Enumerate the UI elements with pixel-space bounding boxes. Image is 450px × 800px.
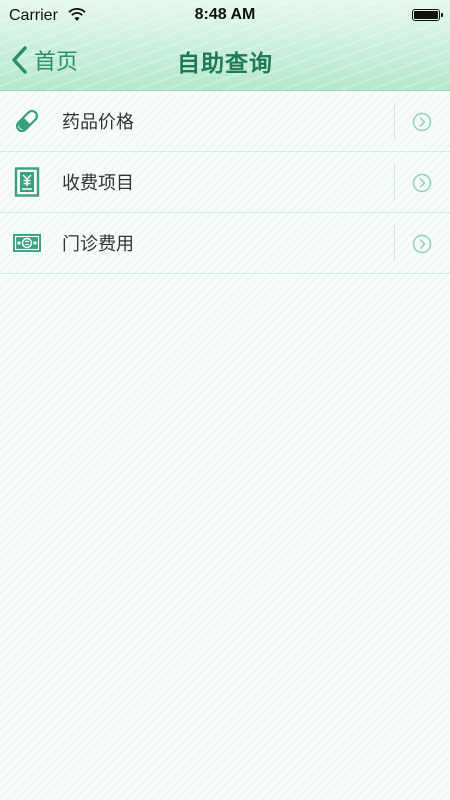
menu-divider <box>394 225 395 261</box>
status-time: 8:48 AM <box>194 6 256 23</box>
nav-bar: 首页 自助查询 <box>0 32 450 90</box>
status-bar: Carrier 8:48 AM <box>0 0 450 32</box>
menu-item-fee-items[interactable]: 收费项目 <box>0 152 450 213</box>
menu-item-label: 门诊费用 <box>62 234 134 255</box>
menu-divider <box>394 103 395 139</box>
menu-item-drug-price[interactable]: 药品价格 <box>0 91 450 152</box>
menu-divider <box>394 164 395 200</box>
money-bill-icon <box>13 234 41 252</box>
page-title: 自助查询 <box>177 51 273 77</box>
fee-document-icon <box>14 167 40 197</box>
arrow-circle-icon <box>412 234 432 254</box>
arrow-circle-icon <box>412 112 432 132</box>
arrow-circle-icon <box>412 173 432 193</box>
menu-item-label: 药品价格 <box>62 112 134 133</box>
menu-list: 药品价格 收费项目 门诊费用 <box>0 91 450 274</box>
menu-item-outpatient-fees[interactable]: 门诊费用 <box>0 213 450 274</box>
menu-item-label: 收费项目 <box>62 173 134 194</box>
header: Carrier 8:48 AM 首页 自助查询 <box>0 0 450 91</box>
pill-icon <box>16 110 38 132</box>
battery-icon <box>412 9 443 21</box>
